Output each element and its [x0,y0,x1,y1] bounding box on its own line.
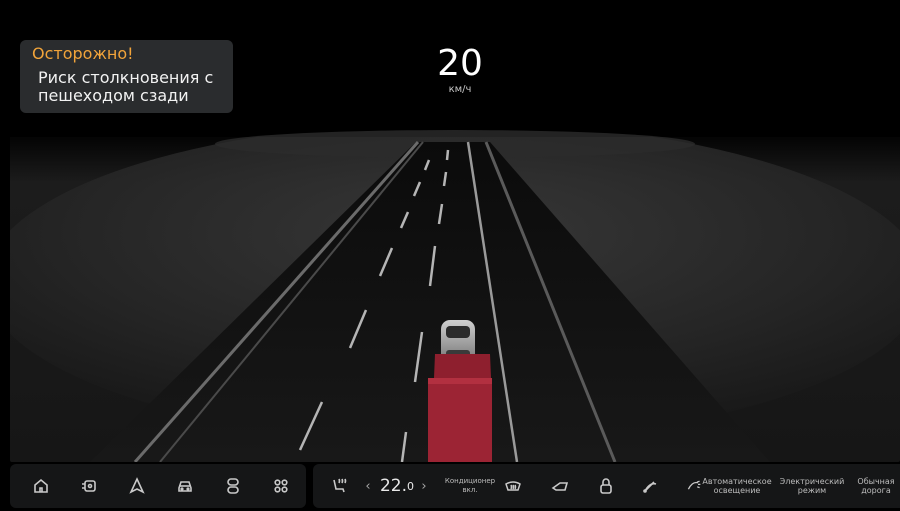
controls-icon [227,478,239,494]
alert-message: Риск столкновения с пешеходом сзади [38,68,214,105]
road-mode-button[interactable]: Обычная дорога [853,464,899,508]
home-button[interactable] [24,464,58,508]
temperature-readout: 22. 0 [377,464,417,508]
apps-button[interactable] [264,464,298,508]
electric-mode-label: Электрический режим [779,477,845,495]
apps-grid-icon [274,479,288,493]
rear-hazard-vehicle [428,354,492,462]
ac-label: Кондиционер вкл. [444,477,496,494]
wiper-icon [643,481,657,493]
temperature-increase-button[interactable]: › [417,464,431,508]
car-icon [178,481,192,492]
adas-display: Осторожно! Риск столкновения с пешеходом… [0,0,900,511]
controls-button[interactable] [216,464,250,508]
seat-heat-button[interactable] [323,464,353,508]
speed-value: 20 [437,43,483,84]
electric-mode-button[interactable]: Электрический режим [777,464,847,508]
road-mode-label: Обычная дорога [857,477,895,495]
mirror-fold-button[interactable] [545,464,575,508]
navigation-button[interactable] [120,464,154,508]
ac-toggle-button[interactable]: Кондиционер вкл. [445,464,495,508]
wiper-button[interactable] [635,464,665,508]
speed-unit: км/ч [448,84,472,95]
seat-heat-icon [333,478,347,493]
camera-button[interactable] [72,464,106,508]
temperature-decimal: 0 [407,479,415,493]
auto-headlight-icon [688,480,701,490]
collision-warning-panel: Осторожно! Риск столкновения с пешеходом… [20,40,233,113]
home-icon [34,478,48,493]
mirror-icon [551,482,569,491]
app-dock [10,464,306,508]
alert-title: Осторожно! [32,44,134,63]
navigation-icon [129,477,145,494]
lock-button[interactable] [591,464,621,508]
camera-icon [82,480,96,492]
lock-icon [600,478,612,494]
temperature-decrease-button[interactable]: ‹ [361,464,375,508]
rear-defrost-icon [505,481,521,491]
auto-lighting-button[interactable]: Автоматическое освещение [685,464,773,508]
vehicle-button[interactable] [168,464,202,508]
rear-defrost-button[interactable] [501,464,525,508]
speed-readout: 20 км/ч [410,44,510,96]
auto-lighting-label: Автоматическое освещение [702,477,772,495]
temperature-main: 22. [379,476,408,496]
climate-and-mode-bar: ‹ 22. 0 › Кондиционер вкл. Автоматическое о… [313,464,900,508]
